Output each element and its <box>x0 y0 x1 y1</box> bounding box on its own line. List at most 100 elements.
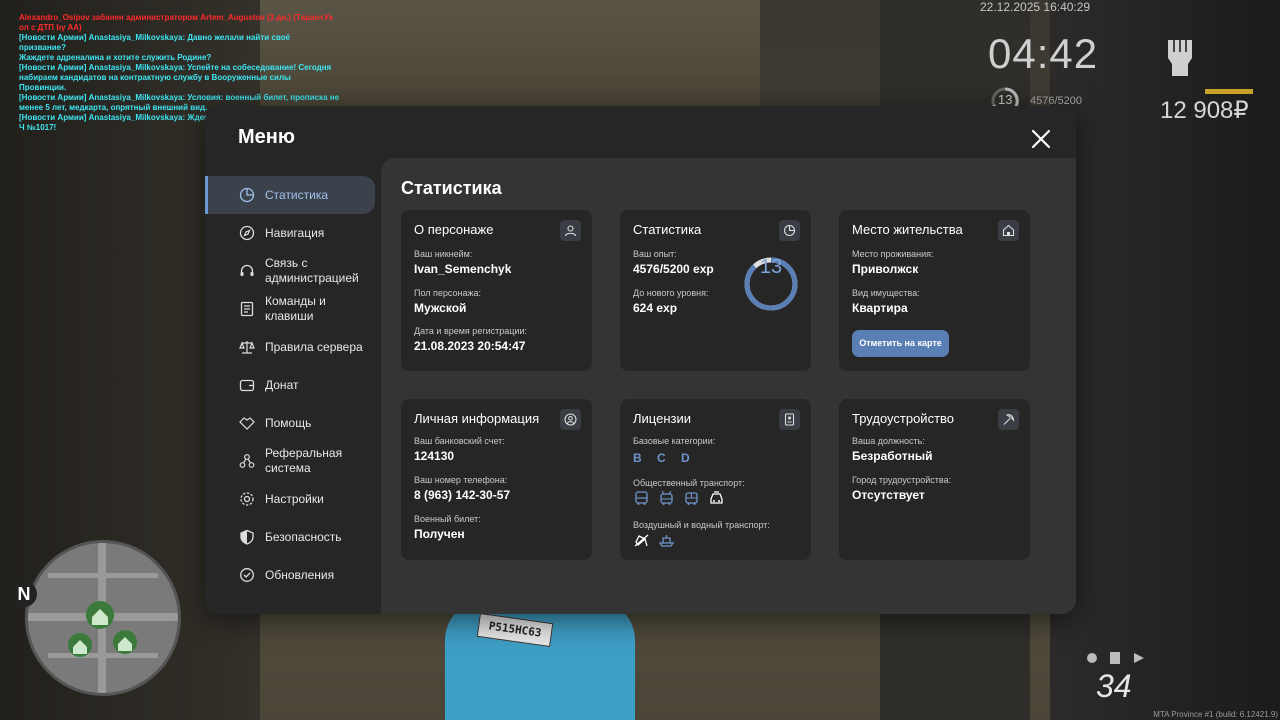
chat-line: ол с ДТП by AA) <box>19 23 82 32</box>
sidebar-item-admin[interactable]: Связь с администрацией <box>205 252 381 290</box>
bus-icon <box>635 491 648 505</box>
sidebar-item-label: Донат <box>265 377 299 392</box>
card-title: О персонаже <box>414 222 494 237</box>
card-title: Личная информация <box>414 411 540 426</box>
next-level-value: 624 exp <box>633 301 678 315</box>
phone-value: 8 (963) 142-30-57 <box>414 488 511 502</box>
reg-label: Дата и время регистрации: <box>414 326 527 336</box>
gender-value: Мужской <box>414 301 467 315</box>
base-categories-label: Базовые категории: <box>633 436 716 446</box>
public-transport-label: Общественный транспорт: <box>633 478 745 488</box>
house-marker-icon <box>68 633 92 657</box>
handshake-icon <box>239 417 255 430</box>
sidebar-item-label: Реферальная система <box>265 446 343 475</box>
sidebar-item-label: Безопасность <box>265 529 342 544</box>
stats-panel: Статистика О персонаже Ваш никнейм: Ivan… <box>381 158 1076 614</box>
sidebar-item-help[interactable]: Помощь <box>205 404 381 442</box>
personal-card: Личная информация Ваш банковский счет: 1… <box>401 399 592 560</box>
bank-label: Ваш банковский счет: <box>414 436 505 446</box>
sidebar-item-label: Помощь <box>265 415 312 430</box>
sidebar-item-label: Навигация <box>265 225 325 240</box>
sidebar-item-commands[interactable]: Команды и клавиши <box>205 290 381 328</box>
stats-card: Статистика Ваш опыт: 4576/5200 exp До но… <box>620 210 811 371</box>
menu-modal: Меню Статистика Навигация Связь с админи… <box>205 106 1076 614</box>
compass-icon <box>239 225 255 241</box>
pickaxe-icon <box>998 409 1019 430</box>
speedometer: 34 <box>1096 668 1132 704</box>
house-marker-icon <box>113 630 137 654</box>
card-title: Место жительства <box>852 222 963 237</box>
vehicle-indicators-icon <box>1087 652 1144 664</box>
chat-line: Жаждете адреналина и хотите служить Роди… <box>19 53 212 62</box>
sidebar: Статистика Навигация Связь с администрац… <box>205 176 381 594</box>
sidebar-item-label: Статистика <box>265 187 329 202</box>
page-title: Статистика <box>401 178 502 198</box>
position-value: Безработный <box>852 449 933 463</box>
network-icon <box>239 454 255 468</box>
sidebar-item-rules[interactable]: Правила сервера <box>205 328 381 366</box>
sidebar-item-updates[interactable]: Обновления <box>205 556 381 594</box>
boat-icon <box>658 535 675 547</box>
employment-city-label: Город трудоустройства: <box>852 475 952 485</box>
car <box>445 600 635 720</box>
place-value: Приволжск <box>852 262 919 276</box>
hud-level: 13 <box>998 92 1013 107</box>
document-icon <box>240 301 254 317</box>
chat-line: Alexandro_Osipov забанен администратором… <box>19 13 334 22</box>
hud-date: 22.12.2025 16:40:29 <box>980 0 1091 14</box>
user-icon <box>560 220 581 241</box>
sidebar-item-donate[interactable]: Донат <box>205 366 381 404</box>
shield-icon <box>240 529 254 545</box>
hud-clock: 04:42 <box>988 30 1099 77</box>
nick-label: Ваш никнейм: <box>414 249 473 259</box>
headset-icon <box>240 264 254 276</box>
exp-label: Ваш опыт: <box>633 249 677 259</box>
reg-value: 21.08.2023 20:54:47 <box>414 339 526 353</box>
tram-icon <box>685 492 698 505</box>
trolleybus-icon <box>660 491 673 505</box>
menu-title: Меню <box>238 126 295 148</box>
sidebar-item-stats[interactable]: Статистика <box>205 176 375 214</box>
gear-icon <box>240 492 254 506</box>
sidebar-item-label: Настройки <box>265 491 324 506</box>
chat-line: [Новости Армии] Anastasiya_Milkovskaya: … <box>19 63 332 72</box>
chat-line: [Новости Армии] Anastasiya_Milkovskaya: … <box>19 33 290 52</box>
nick-value: Ivan_Semenchyk <box>414 262 512 276</box>
military-label: Военный билет: <box>414 514 481 524</box>
exp-value: 4576/5200 exp <box>633 262 714 276</box>
chat-line: [Новости Армии] Anastasiya_Milkovskaya: … <box>19 93 340 102</box>
sidebar-item-navigation[interactable]: Навигация <box>205 214 381 252</box>
property-label: Вид имущества: <box>852 288 920 298</box>
next-level-label: До нового уровня: <box>633 288 709 298</box>
sidebar-item-label: Правила сервера <box>265 339 363 354</box>
close-icon[interactable] <box>1030 128 1052 150</box>
sidebar-item-security[interactable]: Безопасность <box>205 518 381 556</box>
sidebar-item-settings[interactable]: Настройки <box>205 480 381 518</box>
employment-card: Трудоустройство Ваша должность: Безработ… <box>839 399 1030 560</box>
pie-chart-icon <box>779 220 800 241</box>
bank-value: 124130 <box>414 449 455 463</box>
scales-icon <box>239 341 255 354</box>
gender-label: Пол персонажа: <box>414 288 482 298</box>
air-water-transport-icons <box>633 533 675 548</box>
mark-on-map-button[interactable]: Отметить на карте <box>852 330 949 357</box>
sidebar-item-label: Обновления <box>265 567 335 582</box>
card-title: Лицензии <box>633 411 691 426</box>
airplane-icon <box>634 534 649 547</box>
id-card-icon <box>779 409 800 430</box>
build-info: MTA Province #1 (build: 6.12421.9) <box>1153 710 1278 719</box>
hud-money: 12 908₽ <box>1160 97 1249 124</box>
residence-card: Место жительства Место проживания: Приво… <box>839 210 1030 371</box>
card-title: Трудоустройство <box>852 411 955 426</box>
air-water-transport-label: Воздушный и водный транспорт: <box>633 520 770 530</box>
refresh-icon <box>240 568 254 582</box>
employment-city-value: Отсутствует <box>852 488 925 502</box>
minimap[interactable] <box>25 540 181 696</box>
card-title: Статистика <box>633 222 702 237</box>
taxi-icon <box>710 491 723 504</box>
level-number: 13 <box>759 256 783 278</box>
sidebar-item-referral[interactable]: Реферальная система <box>205 442 381 480</box>
public-transport-icons <box>633 491 725 506</box>
character-card: О персонаже Ваш никнейм: Ivan_Semenchyk … <box>401 210 592 371</box>
sidebar-item-label: Команды и клавиши <box>265 294 326 323</box>
